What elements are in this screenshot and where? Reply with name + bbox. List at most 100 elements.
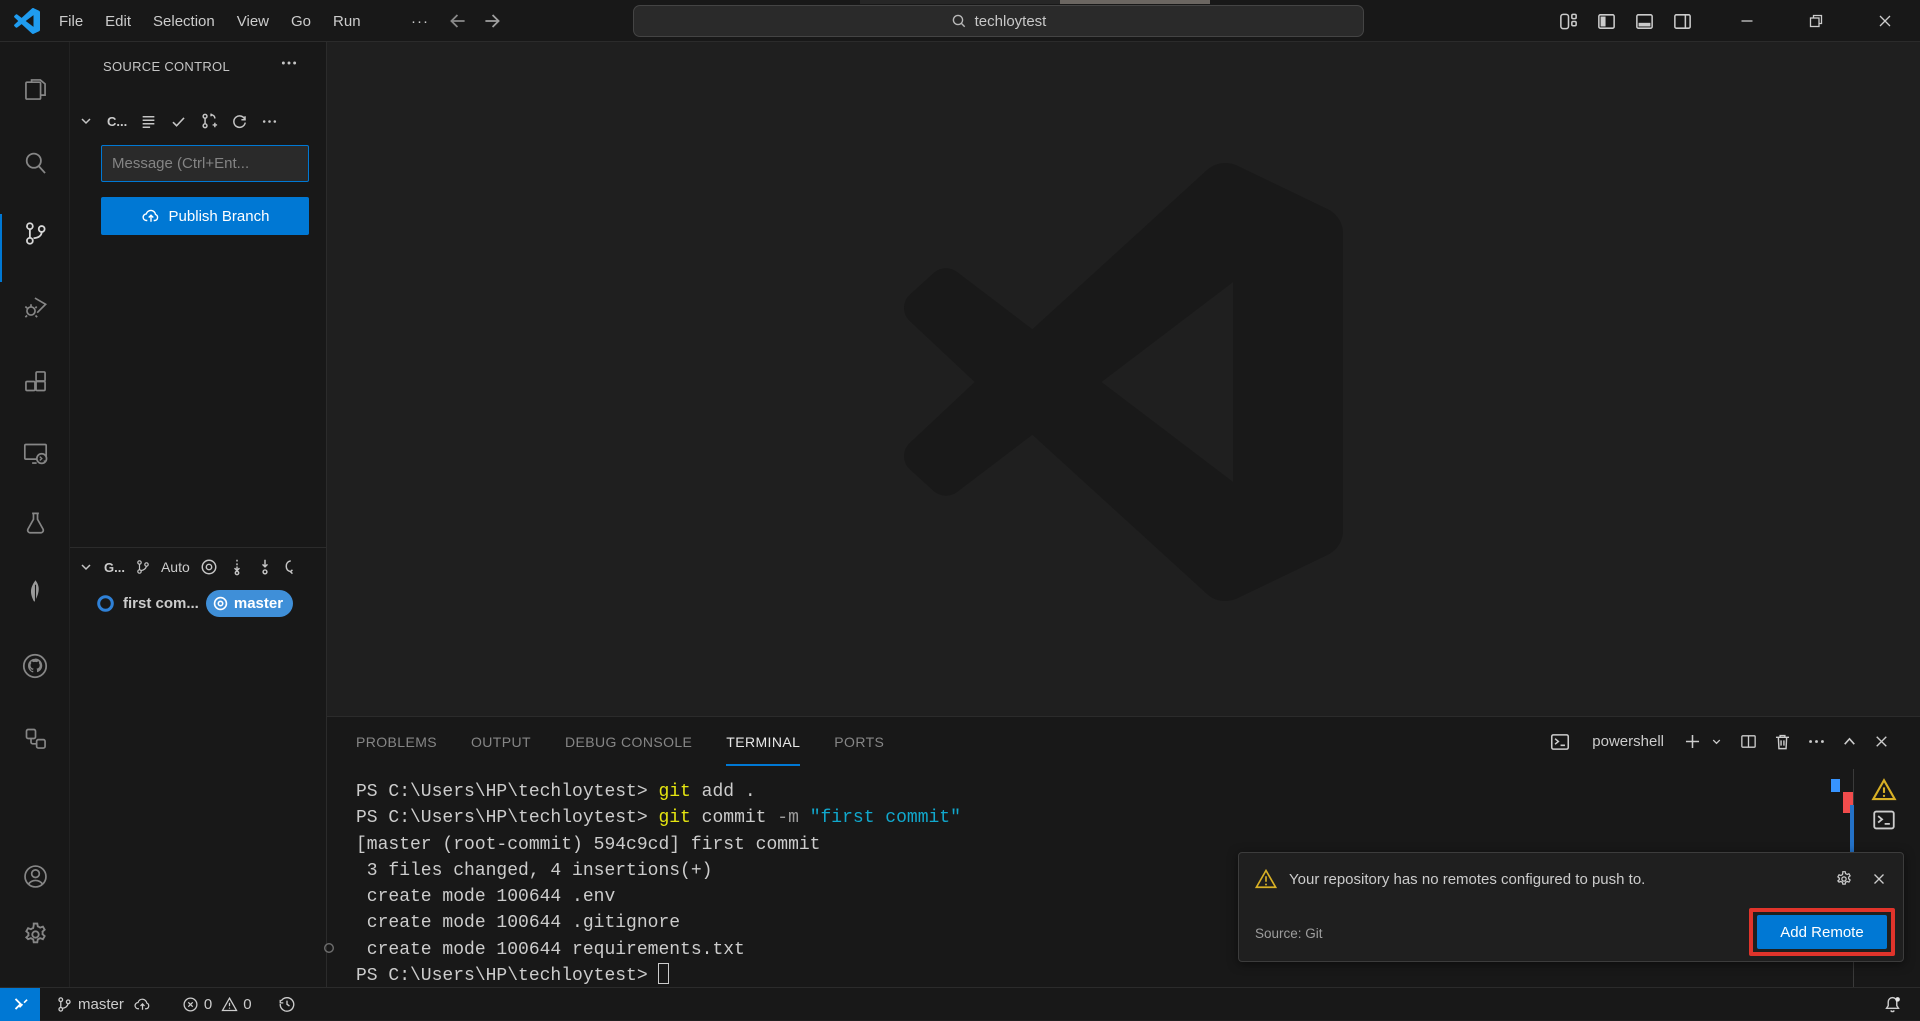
menu-run[interactable]: Run <box>322 0 372 42</box>
commit-message-label: first com... <box>123 594 199 612</box>
chevron-down-icon[interactable] <box>78 559 94 575</box>
editor-area <box>327 42 1920 716</box>
tab-output[interactable]: OUTPUT <box>471 717 531 766</box>
git-fetch-icon[interactable] <box>228 558 246 576</box>
notifications-bell[interactable] <box>1875 988 1920 1021</box>
branch-status-item[interactable]: master <box>48 988 160 1021</box>
view-as-list-icon[interactable] <box>140 113 157 130</box>
toggle-primary-sidebar-icon[interactable] <box>1596 11 1617 32</box>
sidebar-more-icon[interactable] <box>280 54 298 72</box>
scm-more-icon[interactable] <box>261 113 278 130</box>
panel-actions: powershell <box>1549 717 1890 766</box>
graph-commit-row[interactable]: first com... master <box>70 588 326 618</box>
menu-file[interactable]: File <box>48 0 94 42</box>
explorer-icon[interactable] <box>0 60 70 118</box>
error-count: 0 <box>203 995 213 1013</box>
publish-cloud-icon <box>133 995 152 1014</box>
notification-close-icon[interactable] <box>1871 871 1887 887</box>
commit-check-icon[interactable] <box>170 113 187 130</box>
mongodb-icon[interactable] <box>0 562 70 620</box>
terminal-line: PS C:\Users\HP\techloytest> <box>356 963 1836 989</box>
source-control-sidebar: SOURCE CONTROL C... Publish Branch <box>70 42 327 987</box>
references-icon[interactable] <box>0 709 70 767</box>
target-icon[interactable] <box>200 558 218 576</box>
command-center-search[interactable]: techloytest <box>633 5 1364 37</box>
github-icon[interactable] <box>0 637 70 695</box>
chevron-down-icon[interactable] <box>78 113 94 129</box>
target-icon <box>212 595 229 612</box>
screen-artifact-light <box>1060 0 1210 4</box>
graph-section-header: G... Auto <box>78 554 326 580</box>
vscode-watermark-logo <box>903 162 1343 602</box>
run-and-debug-icon[interactable] <box>0 277 70 335</box>
new-terminal-icon[interactable] <box>1683 732 1702 751</box>
commit-node-icon <box>96 594 115 613</box>
terminal-line: PS C:\Users\HP\techloytest> git commit -… <box>356 808 961 829</box>
panel-more-icon[interactable] <box>1807 732 1826 751</box>
settings-gear-icon[interactable] <box>0 905 70 963</box>
cloud-upload-icon <box>141 206 161 226</box>
menu-bar: File Edit Selection View Go Run <box>48 0 372 42</box>
powershell-tab-icon[interactable] <box>1871 807 1897 833</box>
terminal-cursor <box>658 963 670 985</box>
layout-controls <box>1558 0 1693 42</box>
remote-explorer-icon[interactable] <box>0 424 70 482</box>
activity-bar <box>0 42 70 987</box>
commit-message-input[interactable] <box>101 145 309 182</box>
red-highlight-annotation: Add Remote <box>1749 908 1895 956</box>
tab-problems[interactable]: PROBLEMS <box>356 717 437 766</box>
section-divider <box>70 547 326 548</box>
terminal-instance-label[interactable]: powershell <box>1592 733 1664 750</box>
menu-edit[interactable]: Edit <box>94 0 142 42</box>
scrollbar-decoration-blue <box>1831 779 1840 792</box>
git-branch-icon <box>135 559 151 575</box>
restore-button[interactable] <box>1781 0 1850 42</box>
toggle-secondary-sidebar-icon[interactable] <box>1672 11 1693 32</box>
menu-more-button[interactable]: ··· <box>400 0 440 42</box>
panel-tabs: PROBLEMS OUTPUT DEBUG CONSOLE TERMINAL PORTS <box>356 717 884 766</box>
notification-header: Your repository has no remotes configure… <box>1239 853 1903 905</box>
notification-gear-icon[interactable] <box>1835 870 1853 888</box>
menu-view[interactable]: View <box>226 0 280 42</box>
tab-ports[interactable]: PORTS <box>834 717 884 766</box>
kill-terminal-icon[interactable] <box>1773 732 1792 751</box>
history-status-item[interactable] <box>270 988 304 1021</box>
sidebar-title: SOURCE CONTROL <box>103 59 230 74</box>
extensions-icon[interactable] <box>0 352 70 410</box>
window-controls <box>1712 0 1920 42</box>
tab-debug-console[interactable]: DEBUG CONSOLE <box>565 717 692 766</box>
terminal-dropdown-icon[interactable] <box>1709 734 1724 749</box>
warning-triangle-icon[interactable] <box>1871 777 1897 803</box>
nav-forward-icon[interactable] <box>481 10 503 32</box>
branch-badge[interactable]: master <box>205 589 294 617</box>
problems-status-item[interactable]: 0 0 <box>174 988 260 1021</box>
customize-layout-icon[interactable] <box>1558 11 1579 32</box>
git-push-icon-clipped[interactable] <box>284 558 302 576</box>
maximize-panel-icon[interactable] <box>1841 733 1858 750</box>
accounts-icon[interactable] <box>0 847 70 905</box>
testing-icon[interactable] <box>0 494 70 552</box>
remote-indicator[interactable] <box>0 987 40 1021</box>
git-pull-icon[interactable] <box>256 558 274 576</box>
menu-selection[interactable]: Selection <box>142 0 226 42</box>
graph-auto-label[interactable]: Auto <box>161 559 190 575</box>
menu-go[interactable]: Go <box>280 0 322 42</box>
close-panel-icon[interactable] <box>1873 733 1890 750</box>
split-terminal-icon[interactable] <box>1739 732 1758 751</box>
publish-branch-button[interactable]: Publish Branch <box>101 197 309 235</box>
close-window-button[interactable] <box>1850 0 1919 42</box>
tab-terminal[interactable]: TERMINAL <box>726 717 801 766</box>
vscode-logo-icon <box>14 8 40 34</box>
warning-triangle-icon <box>221 996 238 1013</box>
scm-section-label[interactable]: C... <box>107 114 127 129</box>
search-view-icon[interactable] <box>0 134 70 192</box>
add-remote-button[interactable]: Add Remote <box>1757 915 1887 949</box>
create-pull-request-icon[interactable] <box>200 112 218 130</box>
minimize-button[interactable] <box>1712 0 1781 42</box>
source-control-icon[interactable] <box>0 204 70 262</box>
toggle-panel-icon[interactable] <box>1634 11 1655 32</box>
refresh-icon[interactable] <box>231 113 248 130</box>
graph-section-label[interactable]: G... <box>104 560 125 575</box>
nav-back-icon[interactable] <box>447 10 469 32</box>
branch-badge-label: master <box>233 594 284 612</box>
